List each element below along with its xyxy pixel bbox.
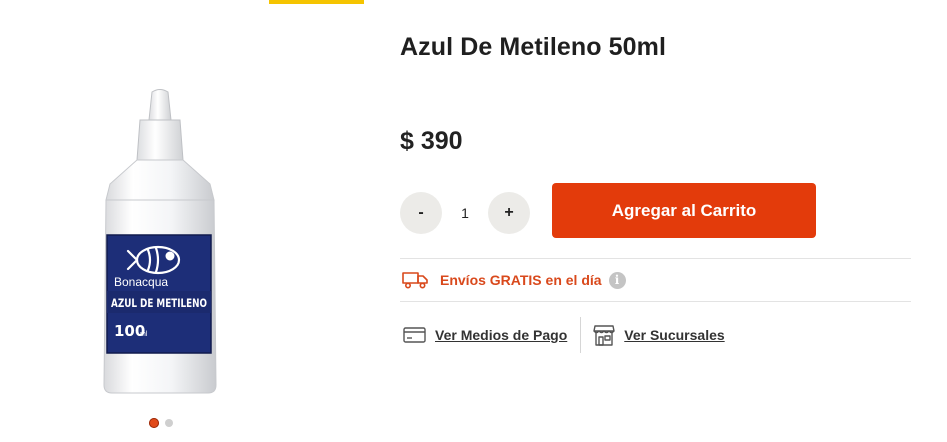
secondary-links: Ver Medios de Pago Ver Sucursales <box>403 317 725 353</box>
add-to-cart-button[interactable]: Agregar al Carrito <box>552 183 816 238</box>
gallery-dot-active[interactable] <box>149 418 159 428</box>
product-image[interactable]: Bonacqua AZUL DE METILENO 100 ml <box>60 60 280 400</box>
gallery-pagination <box>149 418 173 428</box>
quantity-input[interactable] <box>444 192 486 234</box>
divider <box>400 258 911 259</box>
top-accent-bar <box>269 0 364 4</box>
bottle-brand-text: Bonacqua <box>114 275 168 289</box>
credit-card-icon <box>403 327 426 343</box>
product-price: $ 390 <box>400 127 463 155</box>
stores-label: Ver Sucursales <box>624 327 725 343</box>
quantity-decrement-button[interactable]: - <box>400 192 442 234</box>
shipping-text: Envíos GRATIS en el día <box>440 272 602 288</box>
divider <box>400 301 911 302</box>
shipping-info: Envíos GRATIS en el día i <box>402 268 626 292</box>
product-title: Azul De Metileno 50ml <box>400 33 667 61</box>
product-gallery: Bonacqua AZUL DE METILENO 100 ml <box>60 60 280 400</box>
bottle-name-text: AZUL DE METILENO <box>111 296 207 310</box>
stores-link[interactable]: Ver Sucursales <box>593 324 725 346</box>
payment-methods-link[interactable]: Ver Medios de Pago <box>403 327 567 343</box>
store-icon <box>593 325 615 346</box>
gallery-dot[interactable] <box>165 419 173 427</box>
info-icon[interactable]: i <box>608 271 626 289</box>
truck-icon <box>402 272 428 289</box>
payment-methods-label: Ver Medios de Pago <box>435 327 568 343</box>
quantity-increment-button[interactable]: + <box>488 192 530 234</box>
link-separator <box>580 317 582 353</box>
bottle-volume-unit-text: ml <box>140 331 148 338</box>
